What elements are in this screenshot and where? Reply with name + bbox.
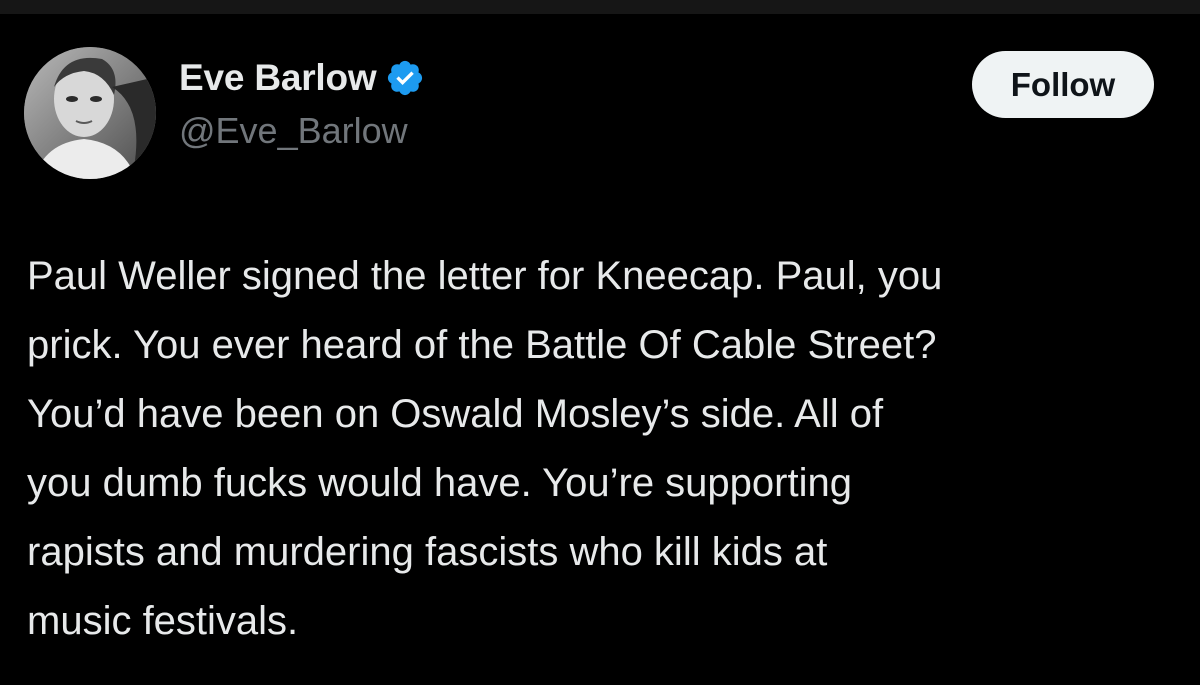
tweet-text-line: prick. You ever heard of the Battle Of C… bbox=[27, 323, 937, 367]
follow-button[interactable]: Follow bbox=[972, 51, 1154, 118]
avatar[interactable] bbox=[24, 47, 156, 179]
author-name-row: Eve Barlow bbox=[179, 56, 425, 100]
tweet-card: Eve Barlow @Eve_Barlow Follow Paul Welle… bbox=[0, 14, 1200, 685]
top-bar bbox=[0, 0, 1200, 14]
tweet-text-line: You’d have been on Oswald Mosley’s side.… bbox=[27, 392, 884, 436]
tweet-text-line: rapists and murdering fascists who kill … bbox=[27, 530, 828, 574]
profile-photo-icon bbox=[24, 47, 156, 179]
tweet-text-line: music festivals. bbox=[27, 599, 299, 643]
tweet-text-line: Paul Weller signed the letter for Kneeca… bbox=[27, 254, 943, 298]
author-handle[interactable]: @Eve_Barlow bbox=[179, 110, 408, 152]
tweet-text: Paul Weller signed the letter for Kneeca… bbox=[27, 242, 1187, 656]
tweet-text-line: you dumb fucks would have. You’re suppor… bbox=[27, 461, 852, 505]
verified-badge-icon[interactable] bbox=[385, 58, 425, 98]
author-display-name[interactable]: Eve Barlow bbox=[179, 57, 377, 99]
